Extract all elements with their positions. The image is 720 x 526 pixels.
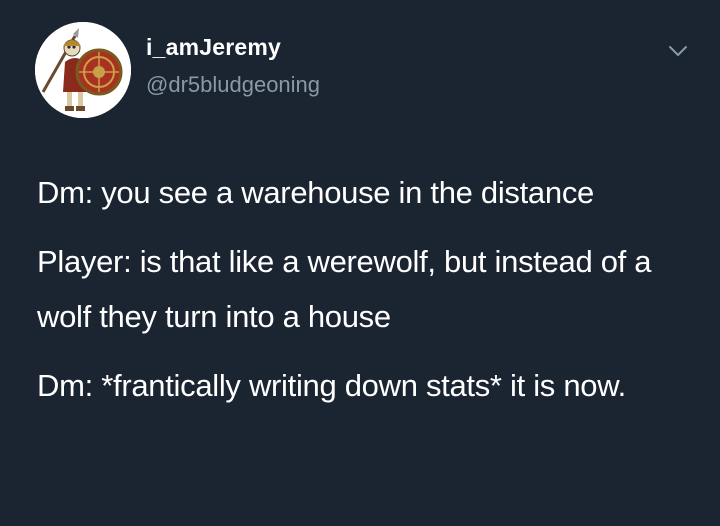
user-handle[interactable]: @dr5bludgeoning: [146, 72, 320, 98]
display-name[interactable]: i_amJeremy: [146, 34, 281, 61]
tweet-text: Dm: you see a warehouse in the distance …: [37, 165, 697, 427]
avatar[interactable]: [35, 22, 131, 118]
warrior-avatar-icon: [35, 22, 131, 118]
tweet-paragraph: Dm: *frantically writing down stats* it …: [37, 368, 626, 403]
chevron-down-icon[interactable]: [668, 44, 688, 58]
tweet-paragraph: Player: is that like a werewolf, but ins…: [37, 244, 652, 334]
tweet-paragraph: Dm: you see a warehouse in the distance: [37, 175, 594, 210]
tweet-card: i_amJeremy @dr5bludgeoning Dm: you see a…: [0, 0, 720, 526]
